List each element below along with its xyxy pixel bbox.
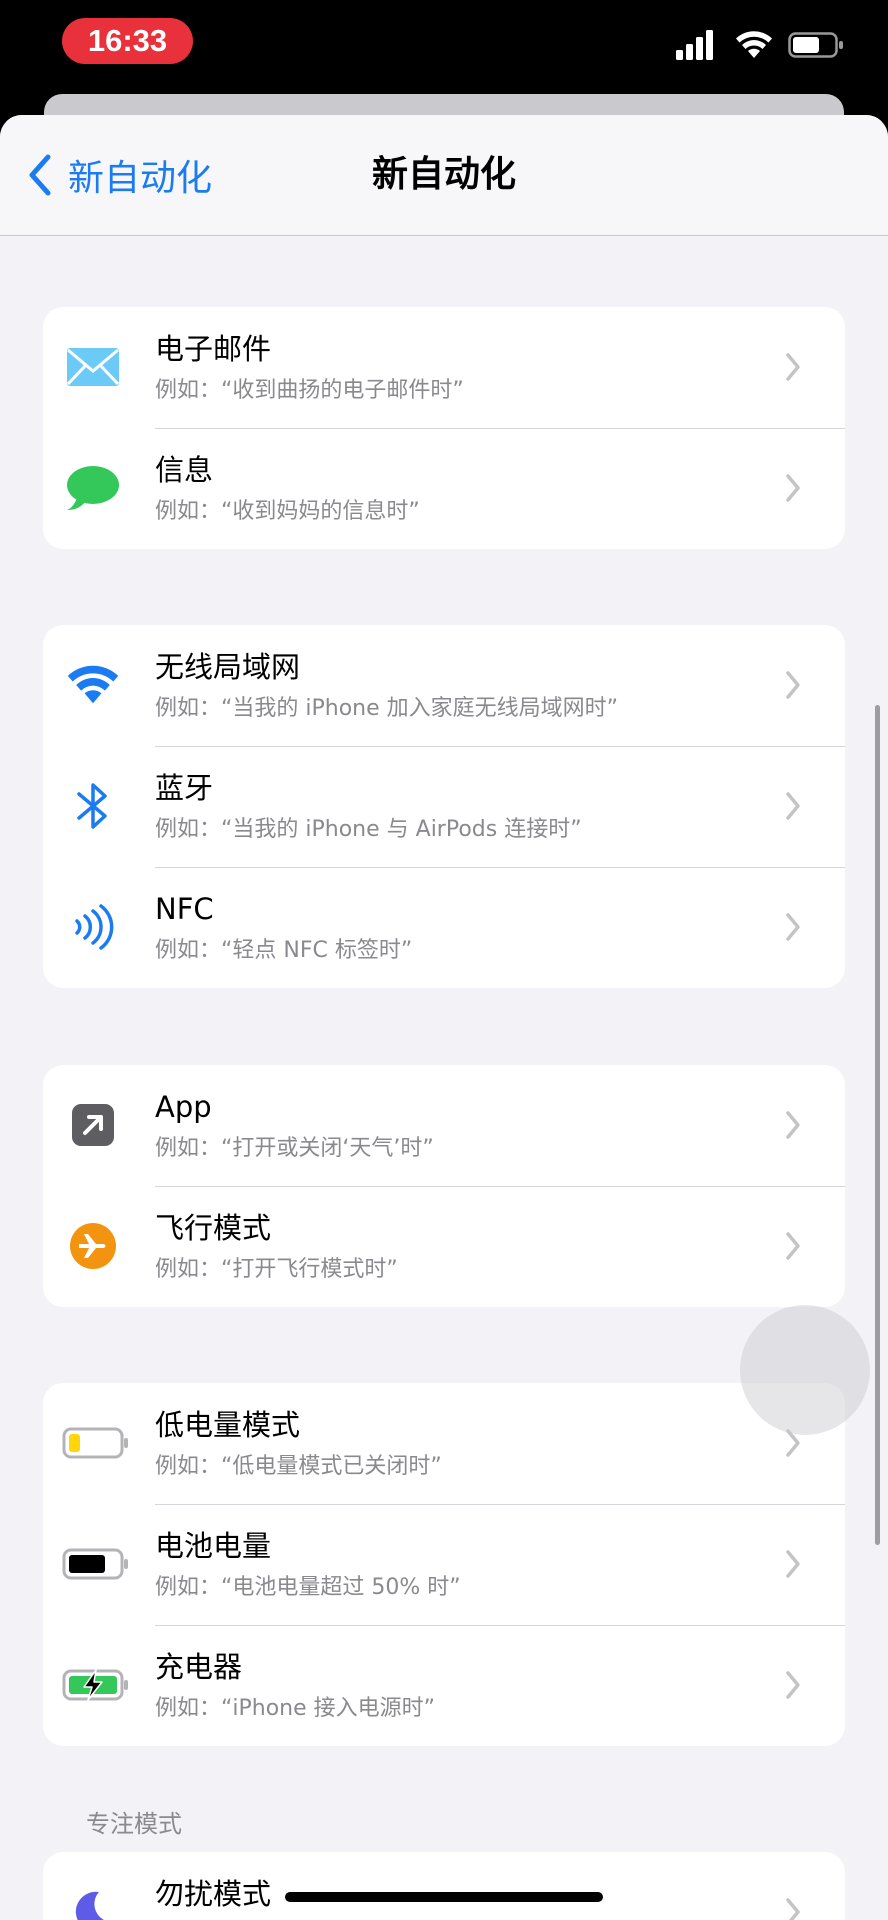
charger-icon	[61, 1655, 131, 1715]
list-item-nfc[interactable]: NFC 例如：“轻点 NFC 标签时”	[43, 867, 845, 988]
row-title: App	[155, 1090, 212, 1124]
airplane-icon	[65, 1216, 121, 1276]
low-battery-icon	[61, 1413, 131, 1473]
list-item-battery-level[interactable]: 电池电量 例如：“电池电量超过 50% 时”	[43, 1504, 845, 1625]
mail-icon	[65, 337, 121, 397]
group-connectivity: 无线局域网 例如：“当我的 iPhone 加入家庭无线局域网时” 蓝牙 例如：“…	[43, 625, 845, 988]
battery-level-icon	[61, 1534, 131, 1594]
battery-icon	[788, 32, 843, 58]
assistive-touch-button[interactable]	[740, 1305, 870, 1435]
chevron-right-icon	[786, 1232, 800, 1260]
page-title: 新自动化	[371, 154, 516, 195]
row-title: 无线局域网	[155, 650, 301, 684]
list-item-wifi[interactable]: 无线局域网 例如：“当我的 iPhone 加入家庭无线局域网时”	[43, 625, 845, 746]
row-title: 电池电量	[155, 1529, 272, 1563]
status-bar: 16:33	[0, 0, 888, 100]
row-subtitle: 例如：“打开或关闭‘天气’时”	[155, 1136, 434, 1161]
status-time[interactable]: 16:33	[62, 18, 193, 64]
row-subtitle: 例如：“收到妈妈的信息时”	[155, 499, 420, 524]
home-indicator[interactable]	[285, 1892, 603, 1902]
row-title: 充电器	[155, 1650, 243, 1684]
row-title: NFC	[155, 892, 214, 926]
list-item-messages[interactable]: 信息 例如：“收到妈妈的信息时”	[43, 428, 845, 549]
wifi-icon	[736, 31, 772, 58]
row-subtitle: 例如：“打开飞行模式时”	[155, 1257, 398, 1282]
list-item-airplane-mode[interactable]: 飞行模式 例如：“打开飞行模式时”	[43, 1186, 845, 1307]
row-title: 信息	[155, 453, 214, 487]
chevron-right-icon	[786, 671, 800, 699]
row-subtitle: 例如：“低电量模式已关闭时”	[155, 1454, 442, 1479]
list-item-email[interactable]: 电子邮件 例如：“收到曲扬的电子邮件时”	[43, 307, 845, 428]
chevron-right-icon	[786, 1550, 800, 1578]
chevron-right-icon	[786, 1671, 800, 1699]
chevron-right-icon	[786, 1898, 800, 1920]
row-title: 低电量模式	[155, 1408, 301, 1442]
bluetooth-icon	[65, 776, 121, 836]
list-item-low-power-mode[interactable]: 低电量模式 例如：“低电量模式已关闭时”	[43, 1383, 845, 1504]
row-subtitle: 例如：“当我的 iPhone 加入家庭无线局域网时”	[155, 696, 619, 721]
group-battery: 低电量模式 例如：“低电量模式已关闭时” 电池电量 例如：“电池电量超过 50%…	[43, 1383, 845, 1746]
nfc-icon	[65, 897, 121, 957]
row-title: 蓝牙	[155, 771, 214, 805]
moon-icon	[65, 1882, 121, 1920]
row-subtitle: 例如：“轻点 NFC 标签时”	[155, 938, 413, 963]
list-item-do-not-disturb[interactable]: 勿扰模式	[43, 1852, 845, 1920]
navigation-bar: 新自动化 新自动化	[0, 115, 888, 236]
new-automation-sheet: 新自动化 新自动化 电子邮件 例如：“收到曲扬的电子邮件时” 信息 例如：“收到…	[0, 115, 888, 1920]
section-header-focus: 专注模式	[86, 1810, 182, 1838]
row-title: 电子邮件	[155, 332, 272, 366]
row-subtitle: 例如：“电池电量超过 50% 时”	[155, 1575, 461, 1600]
row-subtitle: 例如：“iPhone 接入电源时”	[155, 1696, 436, 1721]
row-title: 勿扰模式	[155, 1877, 272, 1911]
chevron-right-icon	[786, 474, 800, 502]
app-arrow-icon	[65, 1095, 121, 1155]
chevron-right-icon	[786, 1111, 800, 1139]
list-item-app[interactable]: App 例如：“打开或关闭‘天气’时”	[43, 1065, 845, 1186]
wifi-icon	[65, 655, 121, 715]
group-focus: 勿扰模式	[43, 1852, 845, 1920]
group-apps: App 例如：“打开或关闭‘天气’时” 飞行模式 例如：“打开飞行模式时”	[43, 1065, 845, 1307]
row-subtitle: 例如：“收到曲扬的电子邮件时”	[155, 378, 464, 403]
row-title: 飞行模式	[155, 1211, 272, 1245]
cellular-signal-icon	[676, 30, 713, 60]
chevron-right-icon	[786, 913, 800, 941]
chevron-right-icon	[786, 792, 800, 820]
list-item-charger[interactable]: 充电器 例如：“iPhone 接入电源时”	[43, 1625, 845, 1746]
row-subtitle: 例如：“当我的 iPhone 与 AirPods 连接时”	[155, 817, 582, 842]
list-item-bluetooth[interactable]: 蓝牙 例如：“当我的 iPhone 与 AirPods 连接时”	[43, 746, 845, 867]
chevron-right-icon	[786, 353, 800, 381]
message-bubble-icon	[65, 458, 121, 518]
scroll-indicator[interactable]	[875, 705, 880, 1545]
group-communication: 电子邮件 例如：“收到曲扬的电子邮件时” 信息 例如：“收到妈妈的信息时”	[43, 307, 845, 549]
